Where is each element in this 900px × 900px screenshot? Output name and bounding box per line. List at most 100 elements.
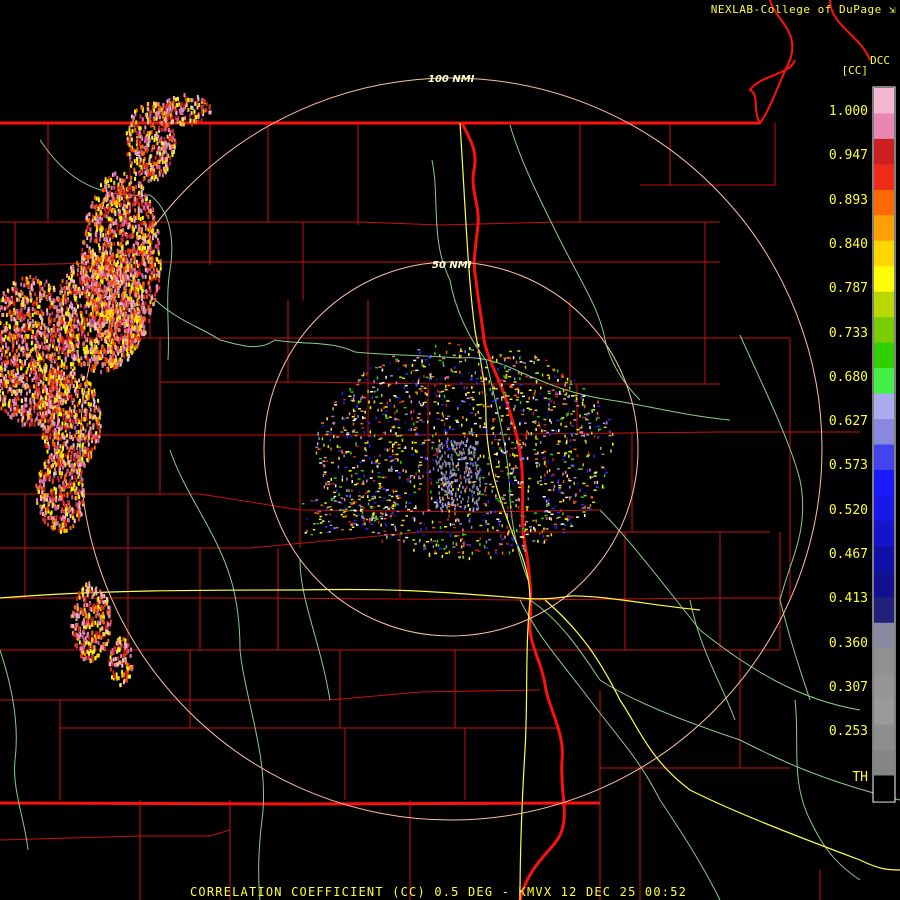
echo-speckle [138,295,141,300]
echo-speckle [390,513,393,515]
echo-speckle [501,383,503,387]
echo-speckle [469,488,471,492]
echo-speckle [114,336,117,341]
echo-speckle [507,506,509,510]
echo-speckle [451,369,454,373]
echo-speckle [30,360,33,365]
echo-speckle [119,202,122,207]
echo-speckle [351,489,353,492]
echo-speckle [460,507,464,510]
echo-speckle [480,369,483,373]
echo-speckle [93,216,96,221]
echo-speckle [115,364,118,369]
echo-speckle [411,447,413,450]
echo-speckle [101,269,104,274]
echo-speckle [84,346,87,351]
echo-speckle [439,500,441,504]
echo-speckle [347,494,350,496]
echo-speckle [138,246,141,251]
echo-speckle [377,505,381,507]
echo-speckle [68,275,70,280]
echo-speckle [32,302,35,307]
echo-speckle [107,282,110,287]
echo-speckle [348,521,351,523]
echo-speckle [360,410,364,412]
echo-speckle [479,490,481,494]
echo-speckle [446,445,449,448]
echo-speckle [416,530,419,533]
echo-speckle [364,447,366,451]
echo-speckle [130,350,133,355]
echo-speckle [84,270,87,275]
echo-speckle [53,305,56,310]
echo-speckle [546,374,550,376]
echo-speckle [435,377,438,381]
echo-speckle [98,303,101,308]
echo-speckle [81,291,84,296]
echo-speckle [450,485,453,489]
echo-speckle [537,451,539,455]
echo-speckle [353,418,357,420]
echo-speckle [85,229,88,234]
echo-speckle [125,175,128,179]
echo-speckle [435,432,437,436]
echo-speckle [143,324,146,329]
echo-speckle [391,495,394,498]
echo-speckle [503,502,507,504]
echo-speckle [143,295,146,300]
echo-speckle [389,470,393,472]
echo-speckle [513,394,517,397]
echo-speckle [372,506,375,508]
echo-speckle [535,443,537,446]
echo-speckle [40,309,43,314]
echo-speckle [37,310,40,315]
echo-speckle [498,464,500,468]
echo-speckle [363,523,366,525]
echo-speckle [33,371,36,376]
echo-speckle [475,549,479,551]
echo-speckle [374,455,376,459]
echo-speckle [89,301,92,305]
echo-speckle [396,497,400,499]
echo-speckle [508,463,511,467]
echo-speckle [137,223,140,228]
echo-speckle [460,451,462,455]
echo-speckle [394,411,396,415]
echo-speckle [452,354,456,357]
echo-speckle [564,403,568,405]
echo-speckle [492,418,496,420]
echo-speckle [13,401,16,405]
echo-speckle [126,338,129,343]
echo-speckle [80,265,83,270]
echo-speckle [460,538,464,540]
echo-speckle [389,404,392,408]
echo-speckle [513,407,515,411]
echo-speckle [561,417,565,419]
echo-speckle [154,298,157,302]
echo-speckle [452,499,455,503]
echo-speckle [543,510,547,513]
echo-speckle [414,427,418,429]
echo-speckle [123,195,126,200]
echo-speckle [473,481,477,483]
echo-speckle [361,511,364,515]
echo-speckle [495,551,497,555]
echo-speckle [492,526,494,530]
echo-speckle [434,552,437,555]
echo-speckle [519,361,523,363]
echo-speckle [31,287,34,292]
echo-speckle [500,418,503,422]
echo-speckle [495,458,498,462]
echo-speckle [477,440,479,444]
echo-speckle [588,508,592,510]
echo-speckle [128,253,131,258]
echo-speckle [111,322,114,327]
echo-speckle [7,370,10,375]
echo-speckle [595,485,598,489]
echo-speckle [413,429,417,431]
echo-speckle [21,317,24,322]
echo-speckle [543,540,546,544]
echo-speckle [533,392,536,396]
echo-speckle [371,469,374,473]
echo-speckle [95,221,98,226]
